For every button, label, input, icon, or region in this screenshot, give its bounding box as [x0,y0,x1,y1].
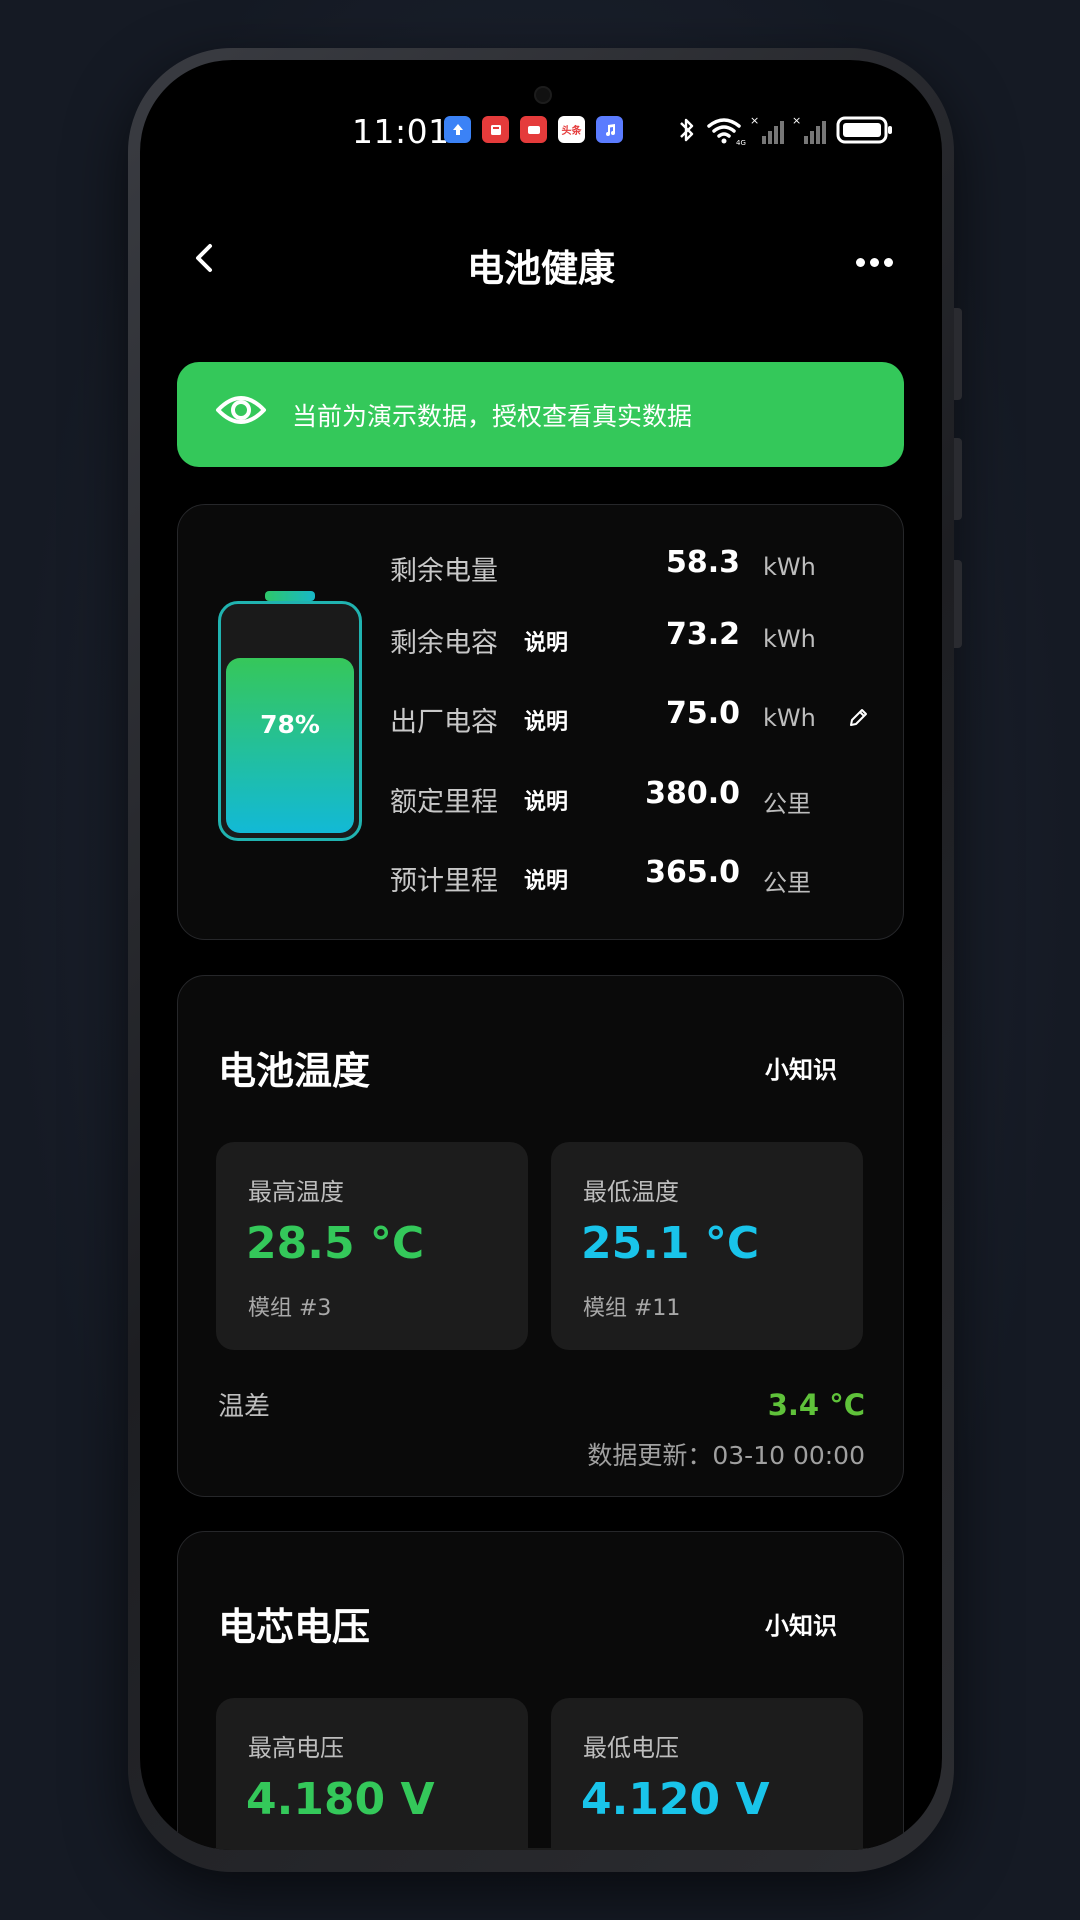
battery-fill [226,658,354,833]
stat-row-factory-capacity: 出厂电容 说明 75.0 kWh [390,692,870,742]
tile-label: 最高电压 [248,1734,344,1762]
stat-value: 58.3 [665,545,740,580]
more-dot-icon [870,258,879,267]
volume-down-button [954,438,962,520]
explain-link[interactable]: 说明 [524,784,568,816]
music-app-icon [596,116,623,143]
wifi-icon: 4G [707,118,746,146]
tile-label: 最高温度 [248,1178,344,1206]
signal-sim1-icon: × [750,114,784,144]
stat-unit: kWh [763,704,816,732]
temperature-diff-value: 3.4 °C [767,1388,865,1422]
news-app-icon: 头条 [558,116,585,143]
phone-screen: 11:01 头条 4G × × 电池健康 当前为演示数据，授权查看真实数据 78… [140,60,942,1850]
stat-label: 出厂电容 [390,707,498,738]
pencil-icon [850,709,867,726]
card-title: 电池温度 [218,1049,371,1093]
edit-capacity-button[interactable] [846,706,870,734]
status-bar: 11:01 头条 4G × × [140,112,942,152]
stat-value: 75.0 [665,696,740,731]
tile-label: 最低电压 [583,1734,679,1762]
card-title: 电芯电压 [218,1605,371,1649]
stat-row-remaining-energy: 剩余电量 58.3 kWh [390,541,870,591]
max-voltage-tile: 最高电压 4.180 V [216,1698,528,1850]
more-dot-icon [884,258,893,267]
stat-label: 剩余电容 [390,628,498,659]
news-app-label: 头条 [561,126,582,137]
explain-link[interactable]: 说明 [524,625,568,657]
banner-text: 当前为演示数据，授权查看真实数据 [292,402,693,431]
stat-label: 预计里程 [390,866,498,897]
stat-label: 剩余电量 [390,556,498,587]
nav-bar: 电池健康 [140,220,942,300]
stat-value: 73.2 [665,617,740,652]
stat-row-rated-range: 额定里程 说明 380.0 公里 [390,772,870,822]
tile-value: 25.1 °C [581,1218,760,1269]
stat-unit: kWh [763,625,816,653]
min-temperature-tile: 最低温度 25.1 °C 模组 #11 [551,1142,863,1350]
stat-label: 额定里程 [390,787,498,818]
more-dot-icon [856,258,865,267]
svg-text:×: × [792,114,801,127]
battery-temperature-card: 电池温度 小知识 最高温度 28.5 °C 模组 #3 最低温度 25.1 °C… [177,975,904,1497]
battery-level-graphic: 78% [218,591,362,843]
stat-unit: 公里 [763,869,811,897]
svg-text:4G: 4G [736,139,746,146]
page-title: 电池健康 [467,247,615,290]
volume-up-button [954,308,962,400]
stat-value: 380.0 [645,776,740,811]
upload-app-icon [444,116,471,143]
svg-text:×: × [750,114,759,127]
bluetooth-icon [680,118,694,142]
more-menu-button[interactable] [856,258,893,267]
tips-link[interactable]: 小知识 [765,1606,837,1641]
explain-link[interactable]: 说明 [524,704,568,736]
front-camera [536,88,550,102]
reader-app-icon [520,116,547,143]
signal-sim2-icon: × [792,114,826,144]
battery-status-icon [836,116,892,144]
stat-unit: kWh [763,553,816,581]
explain-link[interactable]: 说明 [524,863,568,895]
book-app-icon [482,116,509,143]
tile-value: 4.120 V [581,1774,770,1825]
tips-link[interactable]: 小知识 [765,1050,837,1085]
tile-module: 模组 #11 [583,1296,681,1321]
battery-body: 78% [218,601,362,841]
eye-icon [216,396,266,424]
stat-row-remaining-capacity: 剩余电容 说明 73.2 kWh [390,613,870,663]
min-voltage-tile: 最低电压 4.120 V [551,1698,863,1850]
tile-label: 最低温度 [583,1178,679,1206]
status-time: 11:01 [352,112,450,151]
stat-value: 365.0 [645,855,740,890]
data-updated-time: 数据更新：03-10 00:00 [587,1441,865,1470]
temperature-diff-label: 温差 [218,1392,271,1422]
max-temperature-tile: 最高温度 28.5 °C 模组 #3 [216,1142,528,1350]
cell-voltage-card: 电芯电压 小知识 最高电压 4.180 V 最低电压 4.120 V [177,1531,904,1850]
battery-cap [265,591,315,601]
battery-percent-label: 78% [260,710,320,739]
power-button [954,560,962,648]
stat-row-estimated-range: 预计里程 说明 365.0 公里 [390,851,870,901]
screen-bottom-edge [140,1848,942,1850]
tile-module: 模组 #3 [248,1296,332,1321]
battery-summary-card: 78% 剩余电量 58.3 kWh 剩余电容 说明 73.2 kWh 出厂电容 … [177,504,904,940]
tile-value: 28.5 °C [246,1218,425,1269]
tile-value: 4.180 V [246,1774,435,1825]
demo-data-banner[interactable]: 当前为演示数据，授权查看真实数据 [177,362,904,467]
stat-unit: 公里 [763,790,811,818]
